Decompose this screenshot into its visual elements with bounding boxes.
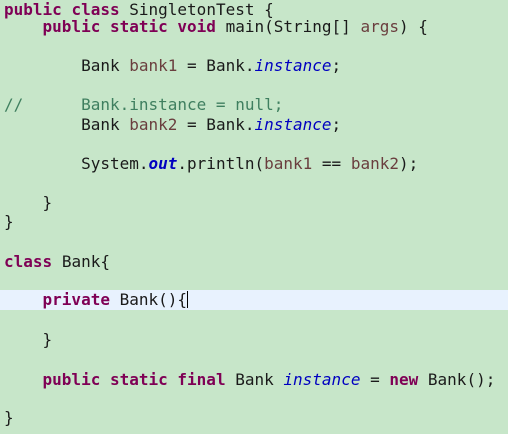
println-call: .println( (177, 154, 265, 173)
call-tail: ); (398, 154, 419, 173)
keyword: public (42, 17, 101, 36)
constructor-call: Bank(); (427, 370, 496, 389)
assign: = Bank. (177, 115, 255, 134)
class-decl: Bank{ (61, 252, 110, 271)
keyword: final (177, 370, 226, 389)
method-signature: main(String[] (225, 17, 351, 36)
static-field: instance (254, 56, 332, 75)
keyword: static (109, 370, 168, 389)
code-line-6: System.out.println(bank1 == bank2); (4, 154, 418, 174)
static-field-out: out (148, 154, 178, 173)
keyword: void (177, 17, 216, 36)
code-line-3: Bank bank1 = Bank.instance; (4, 56, 341, 76)
keyword: new (389, 370, 419, 389)
code-line-7: } (4, 193, 53, 213)
closing-brace: } (4, 408, 14, 427)
code-line-10-current[interactable]: private Bank(){ (0, 290, 508, 310)
closing-brace: } (42, 330, 53, 349)
code-line-12: public static final Bank instance = new … (4, 370, 496, 390)
code-line-11: } (4, 330, 53, 350)
static-field: instance (254, 115, 332, 134)
type-name: Bank (81, 56, 120, 75)
variable-name: bank1 (129, 56, 178, 75)
code-line-9: class Bank{ (4, 252, 110, 272)
keyword: class (4, 252, 53, 271)
variable-name: bank2 (129, 115, 178, 134)
keyword: public (42, 370, 101, 389)
code-line-2: public static void main(String[] args) { (4, 17, 428, 37)
semicolon: ; (331, 56, 342, 75)
signature-tail: ) { (398, 17, 428, 36)
semicolon: ; (331, 115, 342, 134)
constructor-decl: Bank(){ (119, 290, 188, 309)
closing-brace: } (42, 193, 53, 212)
variable-name: bank1 (264, 154, 313, 173)
type-name: Bank (235, 370, 274, 389)
assign: = (360, 370, 390, 389)
text-caret (187, 291, 189, 308)
code-line-8: } (4, 212, 14, 232)
code-line-13: } (4, 408, 14, 428)
comment-mark: // (4, 95, 24, 114)
closing-brace: } (4, 212, 14, 231)
code-line-4-comment: // Bank.instance = null; (4, 95, 283, 115)
comment-text: Bank.instance = null; (81, 95, 284, 114)
keyword: private (42, 290, 110, 309)
operator: == (312, 154, 351, 173)
static-field: instance (283, 370, 361, 389)
code-line-5: Bank bank2 = Bank.instance; (4, 115, 341, 135)
system-class: System. (81, 154, 149, 173)
type-name: Bank (81, 115, 120, 134)
keyword: static (109, 17, 168, 36)
variable-name: bank2 (350, 154, 399, 173)
assign: = Bank. (177, 56, 255, 75)
param-name: args (360, 17, 399, 36)
code-editor[interactable]: public class SingletonTest { public stat… (0, 0, 508, 434)
